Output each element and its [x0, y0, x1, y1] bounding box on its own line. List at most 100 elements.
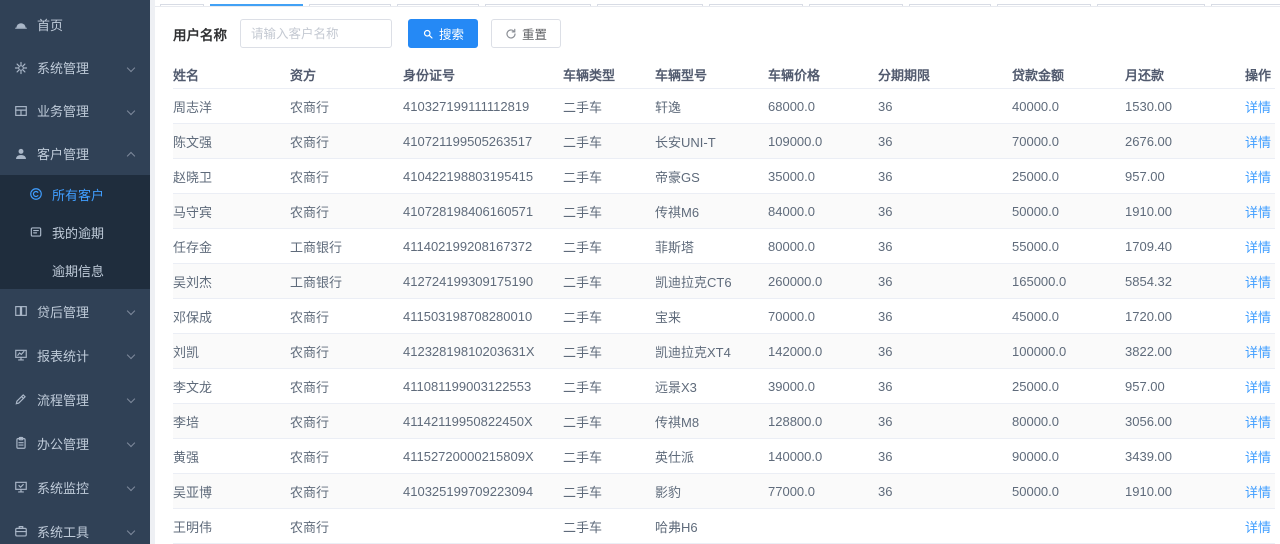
- cell-vehicle-price: 84000.0: [768, 194, 878, 229]
- cell-monthly-payment: 957.00: [1125, 159, 1245, 194]
- cell-vehicle-model: 英仕派: [655, 439, 768, 474]
- chevron-up-icon: [127, 152, 135, 160]
- cell-monthly-payment: [1125, 509, 1245, 544]
- refresh-icon: [505, 28, 517, 40]
- submenu-item-2[interactable]: 逾期信息: [0, 251, 150, 289]
- detail-link[interactable]: 详情: [1245, 170, 1271, 185]
- cell-id-number: 410422198803195415: [403, 159, 563, 194]
- cell-funder: 农商行: [290, 89, 403, 124]
- cell-funder: 工商银行: [290, 229, 403, 264]
- cell-vehicle-type: 二手车: [563, 229, 655, 264]
- sidebar-item-8[interactable]: 系统监控: [0, 465, 150, 509]
- cell-vehicle-type: 二手车: [563, 509, 655, 544]
- sidebar-item-label: 系统管理: [37, 58, 89, 77]
- tab-0[interactable]: 首页: [160, 4, 204, 7]
- cell-vehicle-type: 二手车: [563, 439, 655, 474]
- cell-monthly-payment: 3056.00: [1125, 404, 1245, 439]
- cell-name: 李培: [173, 404, 290, 439]
- sidebar-item-label: 业务管理: [37, 101, 89, 120]
- tab-1[interactable]: 所有客户×: [210, 4, 303, 7]
- detail-link[interactable]: 详情: [1245, 415, 1271, 430]
- cell-loan-amount: 40000.0: [1012, 89, 1125, 124]
- tab-10[interactable]: 客户GPS信息×: [1097, 4, 1204, 7]
- detail-link[interactable]: 详情: [1245, 380, 1271, 395]
- cell-id-number: 41232819810203631X: [403, 334, 563, 369]
- cell-vehicle-model: 菲斯塔: [655, 229, 768, 264]
- column-header: 车辆类型: [563, 62, 655, 89]
- sidebar-item-3[interactable]: 客户管理: [0, 132, 150, 175]
- tab-9[interactable]: 紧急联系人×: [997, 4, 1091, 7]
- tab-11[interactable]: 我的待办×: [1211, 4, 1280, 7]
- table-row: 吴刘杰工商银行412724199309175190二手车凯迪拉克CT626000…: [173, 264, 1275, 299]
- tab-6[interactable]: 公司银行卡×: [709, 4, 803, 7]
- cell-loan-amount: 25000.0: [1012, 369, 1125, 404]
- cell-loan-amount: 50000.0: [1012, 194, 1125, 229]
- cell-id-number: 41142119950822450X: [403, 404, 563, 439]
- column-header: 操作: [1245, 62, 1275, 89]
- submenu-item-0[interactable]: 所有客户: [0, 175, 150, 213]
- table-row: 赵晓卫农商行410422198803195415二手车帝豪GS35000.036…: [173, 159, 1275, 194]
- detail-link[interactable]: 详情: [1245, 135, 1271, 150]
- detail-link[interactable]: 详情: [1245, 310, 1271, 325]
- tab-7[interactable]: 客户银行卡×: [809, 4, 903, 7]
- cell-term: 36: [878, 124, 1012, 159]
- customers-icon: [29, 187, 43, 201]
- detail-link[interactable]: 详情: [1245, 100, 1271, 115]
- cell-term: 36: [878, 369, 1012, 404]
- sidebar-item-6[interactable]: 流程管理: [0, 377, 150, 421]
- chevron-down-icon: [127, 351, 135, 359]
- tabbar: 首页 所有客户× 逾期信息× 订单详情× 贷后催收记录× 催收处理方案× 公司银行卡× 客户银…: [155, 0, 1280, 7]
- search-button[interactable]: 搜索: [408, 19, 478, 48]
- tab-3[interactable]: 订单详情×: [397, 4, 479, 7]
- customer-name-input[interactable]: [240, 19, 392, 48]
- detail-link[interactable]: 详情: [1245, 485, 1271, 500]
- cell-vehicle-type: 二手车: [563, 194, 655, 229]
- detail-link[interactable]: 详情: [1245, 205, 1271, 220]
- cell-id-number: 410327199111112819: [403, 89, 563, 124]
- detail-link[interactable]: 详情: [1245, 520, 1271, 535]
- cell-vehicle-model: 传祺M8: [655, 404, 768, 439]
- sidebar-item-7[interactable]: 办公管理: [0, 421, 150, 465]
- cell-funder: 农商行: [290, 509, 403, 544]
- chevron-down-icon: [127, 307, 135, 315]
- cell-vehicle-type: 二手车: [563, 474, 655, 509]
- table-row: 李培农商行41142119950822450X二手车传祺M8128800.036…: [173, 404, 1275, 439]
- cell-name: 陈文强: [173, 124, 290, 159]
- detail-link[interactable]: 详情: [1245, 345, 1271, 360]
- submenu-item-1[interactable]: 我的逾期: [0, 213, 150, 251]
- column-header: 分期期限: [878, 62, 1012, 89]
- sidebar-item-2[interactable]: 业务管理: [0, 89, 150, 132]
- tab-8[interactable]: 外访记录×: [909, 4, 991, 7]
- tab-4[interactable]: 贷后催收记录×: [485, 4, 591, 7]
- app: 首页系统管理业务管理客户管理所有客户我的逾期逾期信息贷后管理报表统计流程管理办公…: [0, 0, 1280, 544]
- cell-monthly-payment: 3822.00: [1125, 334, 1245, 369]
- sidebar-item-5[interactable]: 报表统计: [0, 333, 150, 377]
- cell-action: 详情: [1245, 369, 1275, 404]
- cell-funder: 工商银行: [290, 264, 403, 299]
- sidebar-item-9[interactable]: 系统工具: [0, 509, 150, 544]
- sidebar-item-label: 流程管理: [37, 390, 89, 409]
- cell-monthly-payment: 2676.00: [1125, 124, 1245, 159]
- content: 用户名称 搜索 重置 姓名资方身份证号车辆类型车辆型号车辆: [155, 7, 1280, 544]
- sidebar-item-4[interactable]: 贷后管理: [0, 289, 150, 333]
- table-row: 李文龙农商行411081199003122553二手车远景X339000.036…: [173, 369, 1275, 404]
- cell-action: 详情: [1245, 404, 1275, 439]
- tab-2[interactable]: 逾期信息×: [309, 4, 391, 7]
- cell-vehicle-model: 宝来: [655, 299, 768, 334]
- sidebar-item-0[interactable]: 首页: [0, 3, 150, 46]
- cell-loan-amount: 55000.0: [1012, 229, 1125, 264]
- detail-link[interactable]: 详情: [1245, 275, 1271, 290]
- detail-link[interactable]: 详情: [1245, 450, 1271, 465]
- gear-icon: [14, 61, 28, 75]
- cell-funder: 农商行: [290, 299, 403, 334]
- detail-link[interactable]: 详情: [1245, 240, 1271, 255]
- cell-action: 详情: [1245, 89, 1275, 124]
- tab-5[interactable]: 催收处理方案×: [597, 4, 703, 7]
- cell-name: 任存金: [173, 229, 290, 264]
- cell-vehicle-model: 传祺M6: [655, 194, 768, 229]
- cell-id-number: 410728198406160571: [403, 194, 563, 229]
- toolbox-icon: [14, 524, 28, 538]
- sidebar-item-1[interactable]: 系统管理: [0, 46, 150, 89]
- reset-button[interactable]: 重置: [491, 19, 561, 48]
- cell-vehicle-price: 39000.0: [768, 369, 878, 404]
